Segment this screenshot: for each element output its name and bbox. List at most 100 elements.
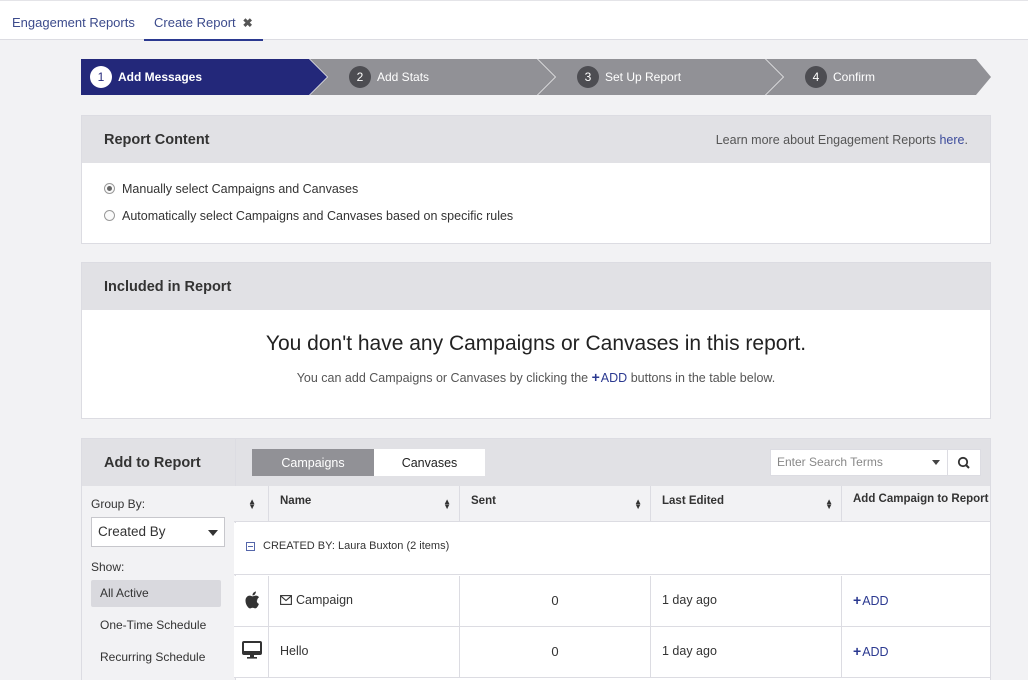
plus-icon: + xyxy=(591,369,600,385)
last-edited-cell: 1 day ago xyxy=(651,627,842,678)
envelope-icon xyxy=(280,595,292,605)
sent-cell: 0 xyxy=(460,576,651,627)
column-header-sent[interactable]: Sent ▲ ▼ xyxy=(460,486,651,522)
platform-cell xyxy=(234,576,269,627)
add-to-report-panel: Add to Report Group By: Created By Show:… xyxy=(81,438,991,680)
learn-more-prefix: Learn more about Engagement Reports xyxy=(715,133,936,147)
sent-value: 0 xyxy=(551,593,559,608)
panel-title: Report Content xyxy=(104,132,210,148)
step-number: 2 xyxy=(349,66,371,88)
sent-cell: 0 xyxy=(460,627,651,678)
add-label: ADD xyxy=(600,371,628,385)
column-header-platform[interactable]: ▲ ▼ xyxy=(234,486,269,522)
tab-canvases[interactable]: Canvases xyxy=(374,449,485,476)
wizard-step-confirm[interactable]: 4 Confirm xyxy=(766,59,991,95)
tab-engagement-reports[interactable]: Engagement Reports xyxy=(12,1,135,41)
show-filter-all-active[interactable]: All Active xyxy=(91,580,221,607)
name-cell: Hello xyxy=(269,627,460,678)
group-row[interactable]: CREATED BY: Laura Buxton (2 items) xyxy=(234,523,990,575)
add-cell: +ADD xyxy=(842,576,990,627)
add-campaign-button[interactable]: +ADD xyxy=(853,643,889,659)
learn-more-text: Learn more about Engagement Reports here… xyxy=(716,116,968,164)
column-label: Name xyxy=(280,495,312,507)
add-cell: +ADD xyxy=(842,627,990,678)
show-label: Show: xyxy=(91,560,125,574)
search-input[interactable]: Enter Search Terms xyxy=(770,449,948,476)
tab-create-report[interactable]: Create Report ✖ xyxy=(144,1,263,41)
tab-campaigns[interactable]: Campaigns xyxy=(252,449,374,476)
empty-state-add-link: +ADD xyxy=(591,369,628,385)
radio-auto-select[interactable]: Automatically select Campaigns and Canva… xyxy=(104,209,513,223)
add-to-report-title: Add to Report xyxy=(82,439,235,486)
show-filter-one-time[interactable]: One-Time Schedule xyxy=(91,612,221,639)
add-campaign-button[interactable]: +ADD xyxy=(853,592,889,608)
radio-button-checked[interactable] xyxy=(104,183,115,194)
last-edited-value: 1 day ago xyxy=(662,593,717,607)
step-label: Set Up Report xyxy=(605,70,682,84)
campaign-name[interactable]: Campaign xyxy=(296,593,353,607)
wizard-step-add-stats[interactable]: 2 Add Stats xyxy=(310,59,555,95)
plus-icon: + xyxy=(853,643,862,659)
wizard-steps: 1 Add Messages 2 Add Stats 3 Set Up Repo… xyxy=(81,59,991,95)
empty-state-suffix: buttons in the table below. xyxy=(630,371,776,385)
last-edited-value: 1 day ago xyxy=(662,644,717,658)
tab-create-report-label: Create Report xyxy=(154,15,236,30)
sort-icon: ▲ ▼ xyxy=(443,497,451,511)
column-header-last-edited[interactable]: Last Edited ▲ ▼ xyxy=(651,486,842,522)
close-icon[interactable]: ✖ xyxy=(243,2,253,45)
empty-state-prefix: You can add Campaigns or Canvases by cli… xyxy=(296,371,589,385)
content-tabs-bar: Campaigns Canvases Enter Search Terms xyxy=(236,439,990,486)
sort-icon: ▲ ▼ xyxy=(634,497,642,511)
sort-icon: ▲ ▼ xyxy=(825,497,833,511)
step-label: Add Stats xyxy=(377,70,430,84)
top-tab-bar: Engagement Reports Create Report ✖ xyxy=(0,0,1028,41)
desktop-icon xyxy=(242,641,262,659)
learn-more-suffix: . xyxy=(964,133,968,147)
sort-icon: ▲ ▼ xyxy=(248,497,256,511)
empty-state-title: You don't have any Campaigns or Canvases… xyxy=(265,332,807,355)
wizard-step-add-messages[interactable]: 1 Add Messages xyxy=(81,59,327,95)
search-icon xyxy=(957,456,970,469)
column-label: Last Edited xyxy=(662,495,724,507)
add-label: ADD xyxy=(862,594,889,608)
add-label: ADD xyxy=(862,645,889,659)
chevron-down-icon[interactable] xyxy=(932,460,940,465)
apple-icon xyxy=(245,591,260,609)
campaign-name[interactable]: Hello xyxy=(280,644,309,658)
group-by-select[interactable]: Created By xyxy=(91,517,225,547)
last-edited-cell: 1 day ago xyxy=(651,576,842,627)
wizard-step-set-up-report[interactable]: 3 Set Up Report xyxy=(538,59,783,95)
group-label: CREATED BY: Laura Buxton (2 items) xyxy=(263,540,450,552)
radio-manual-select[interactable]: Manually select Campaigns and Canvases xyxy=(104,182,358,196)
campaign-table-area: Campaigns Canvases Enter Search Terms ▲ ▼… xyxy=(234,439,990,680)
table-row: Hello 0 1 day ago +ADD xyxy=(234,627,990,678)
group-by-value: Created By xyxy=(98,524,166,539)
chevron-down-icon xyxy=(208,530,218,536)
report-content-panel: Report Content Learn more about Engageme… xyxy=(81,115,991,244)
step-number: 1 xyxy=(90,66,112,88)
radio-button[interactable] xyxy=(104,210,115,221)
filter-sidebar: Add to Report Group By: Created By Show:… xyxy=(82,439,236,680)
step-number: 4 xyxy=(805,66,827,88)
radio-label: Manually select Campaigns and Canvases xyxy=(122,182,359,196)
learn-more-link[interactable]: here xyxy=(939,133,964,147)
collapse-icon[interactable] xyxy=(246,542,255,551)
column-header-add: Add Campaign to Report xyxy=(842,486,990,522)
column-label: Add Campaign to Report xyxy=(853,493,989,505)
name-cell: Campaign xyxy=(269,576,460,627)
table-row: Campaign 0 1 day ago +ADD xyxy=(234,576,990,627)
platform-cell xyxy=(234,627,269,678)
show-filter-recurring[interactable]: Recurring Schedule xyxy=(91,644,221,671)
search-button[interactable] xyxy=(948,449,981,476)
panel-title: Included in Report xyxy=(104,279,232,295)
included-header: Included in Report xyxy=(82,263,990,310)
step-label: Confirm xyxy=(833,70,876,84)
step-number: 3 xyxy=(577,66,599,88)
step-label: Add Messages xyxy=(118,70,203,84)
group-by-label: Group By: xyxy=(91,497,146,511)
column-header-name[interactable]: Name ▲ ▼ xyxy=(269,486,460,522)
sent-value: 0 xyxy=(551,644,559,659)
table-header: ▲ ▼ Name ▲ ▼ Sent ▲ ▼ Last Edited ▲ ▼ Add Campa… xyxy=(234,486,990,522)
search-placeholder: Enter Search Terms xyxy=(777,455,883,469)
radio-label: Automatically select Campaigns and Canva… xyxy=(122,209,514,223)
